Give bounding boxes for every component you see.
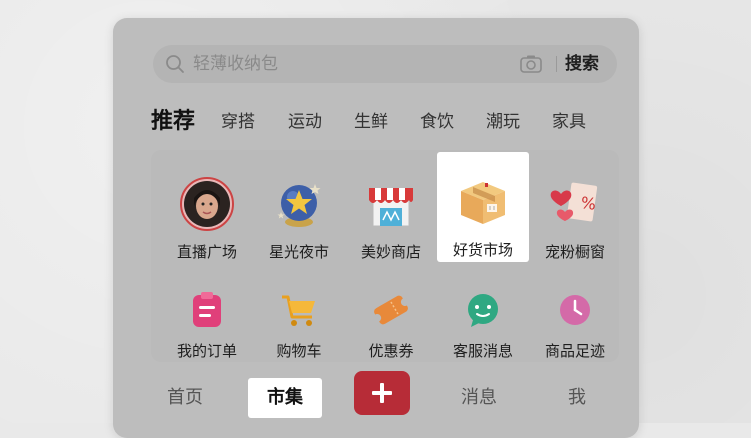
tab-furniture[interactable]: 家具 <box>552 107 586 132</box>
grid-item-label: 我的订单 <box>176 342 237 360</box>
grid-item-live-plaza[interactable]: 直播广场 <box>161 162 253 262</box>
nav-home[interactable]: 首页 <box>149 378 221 418</box>
grid-item-customer-service[interactable]: 客服消息 <box>437 280 529 366</box>
search-divider <box>556 56 557 72</box>
star-globe-icon <box>277 184 321 227</box>
tab-food-drink[interactable]: 食饮 <box>420 107 454 132</box>
grid-item-fan-showcase[interactable]: % 宠粉橱窗 <box>529 162 621 262</box>
grid-item-label: 客服消息 <box>452 342 513 360</box>
grid-item-label: 星光夜市 <box>268 243 329 261</box>
grid-item-label: 美妙商店 <box>360 243 421 261</box>
grid-item-label: 优惠券 <box>368 342 414 360</box>
shop-icon <box>369 188 413 227</box>
grid-item-browse-history[interactable]: 商品足迹 <box>529 280 621 366</box>
svg-text:%: % <box>580 193 598 214</box>
order-clipboard-icon <box>193 292 221 327</box>
shortcut-grid: 直播广场 星光夜市 美妙商店 好货市场 % 宠粉橱窗 我的订单 购物车 优惠券 … <box>151 150 619 362</box>
camera-icon[interactable] <box>519 54 543 74</box>
clock-icon <box>560 295 590 325</box>
nav-me[interactable]: 我 <box>541 378 613 418</box>
bottom-navigation: 首页 市集 消息 我 <box>113 368 639 428</box>
search-icon <box>166 55 184 73</box>
search-bar[interactable]: 轻薄收纳包 搜索 <box>153 45 617 83</box>
app-screen: 轻薄收纳包 搜索 推荐 穿搭 运动 生鲜 食饮 潮玩 家具 直播广场 星光夜市 … <box>113 18 639 438</box>
grid-item-wonderful-shop[interactable]: 美妙商店 <box>345 162 437 262</box>
shopping-cart-icon <box>282 295 315 326</box>
grid-item-my-orders[interactable]: 我的订单 <box>161 280 253 366</box>
hearts-percent-icon: % <box>550 182 598 222</box>
tab-recommend[interactable]: 推荐 <box>151 103 195 135</box>
tab-trendy-toys[interactable]: 潮玩 <box>486 107 520 132</box>
grid-item-label: 商品足迹 <box>544 342 605 360</box>
tab-sports[interactable]: 运动 <box>288 107 322 132</box>
grid-item-label: 直播广场 <box>176 243 237 261</box>
category-tabs: 推荐 穿搭 运动 生鲜 食饮 潮玩 家具 <box>113 103 639 137</box>
nav-messages[interactable]: 消息 <box>443 378 515 418</box>
grid-item-starlight-market[interactable]: 星光夜市 <box>253 162 345 262</box>
grid-item-label: 购物车 <box>276 342 322 360</box>
grid-item-label: 宠粉橱窗 <box>544 243 605 261</box>
tab-outfit[interactable]: 穿搭 <box>221 107 255 132</box>
live-avatar-icon <box>180 177 234 231</box>
nav-market[interactable]: 市集 <box>248 378 322 418</box>
grid-item-shopping-cart[interactable]: 购物车 <box>253 280 345 366</box>
tab-fresh[interactable]: 生鲜 <box>354 107 388 132</box>
parcel-box-icon <box>461 182 505 224</box>
coupon-icon <box>373 295 409 325</box>
chat-bubble-icon <box>468 294 498 327</box>
plus-icon <box>372 383 392 403</box>
grid-item-label: 好货市场 <box>452 241 513 259</box>
search-button[interactable]: 搜索 <box>565 45 599 83</box>
search-input[interactable]: 轻薄收纳包 <box>193 45 278 83</box>
grid-item-coupons[interactable]: 优惠券 <box>345 280 437 366</box>
create-post-button[interactable] <box>354 371 410 415</box>
grid-item-good-goods-market[interactable]: 好货市场 <box>437 152 529 262</box>
